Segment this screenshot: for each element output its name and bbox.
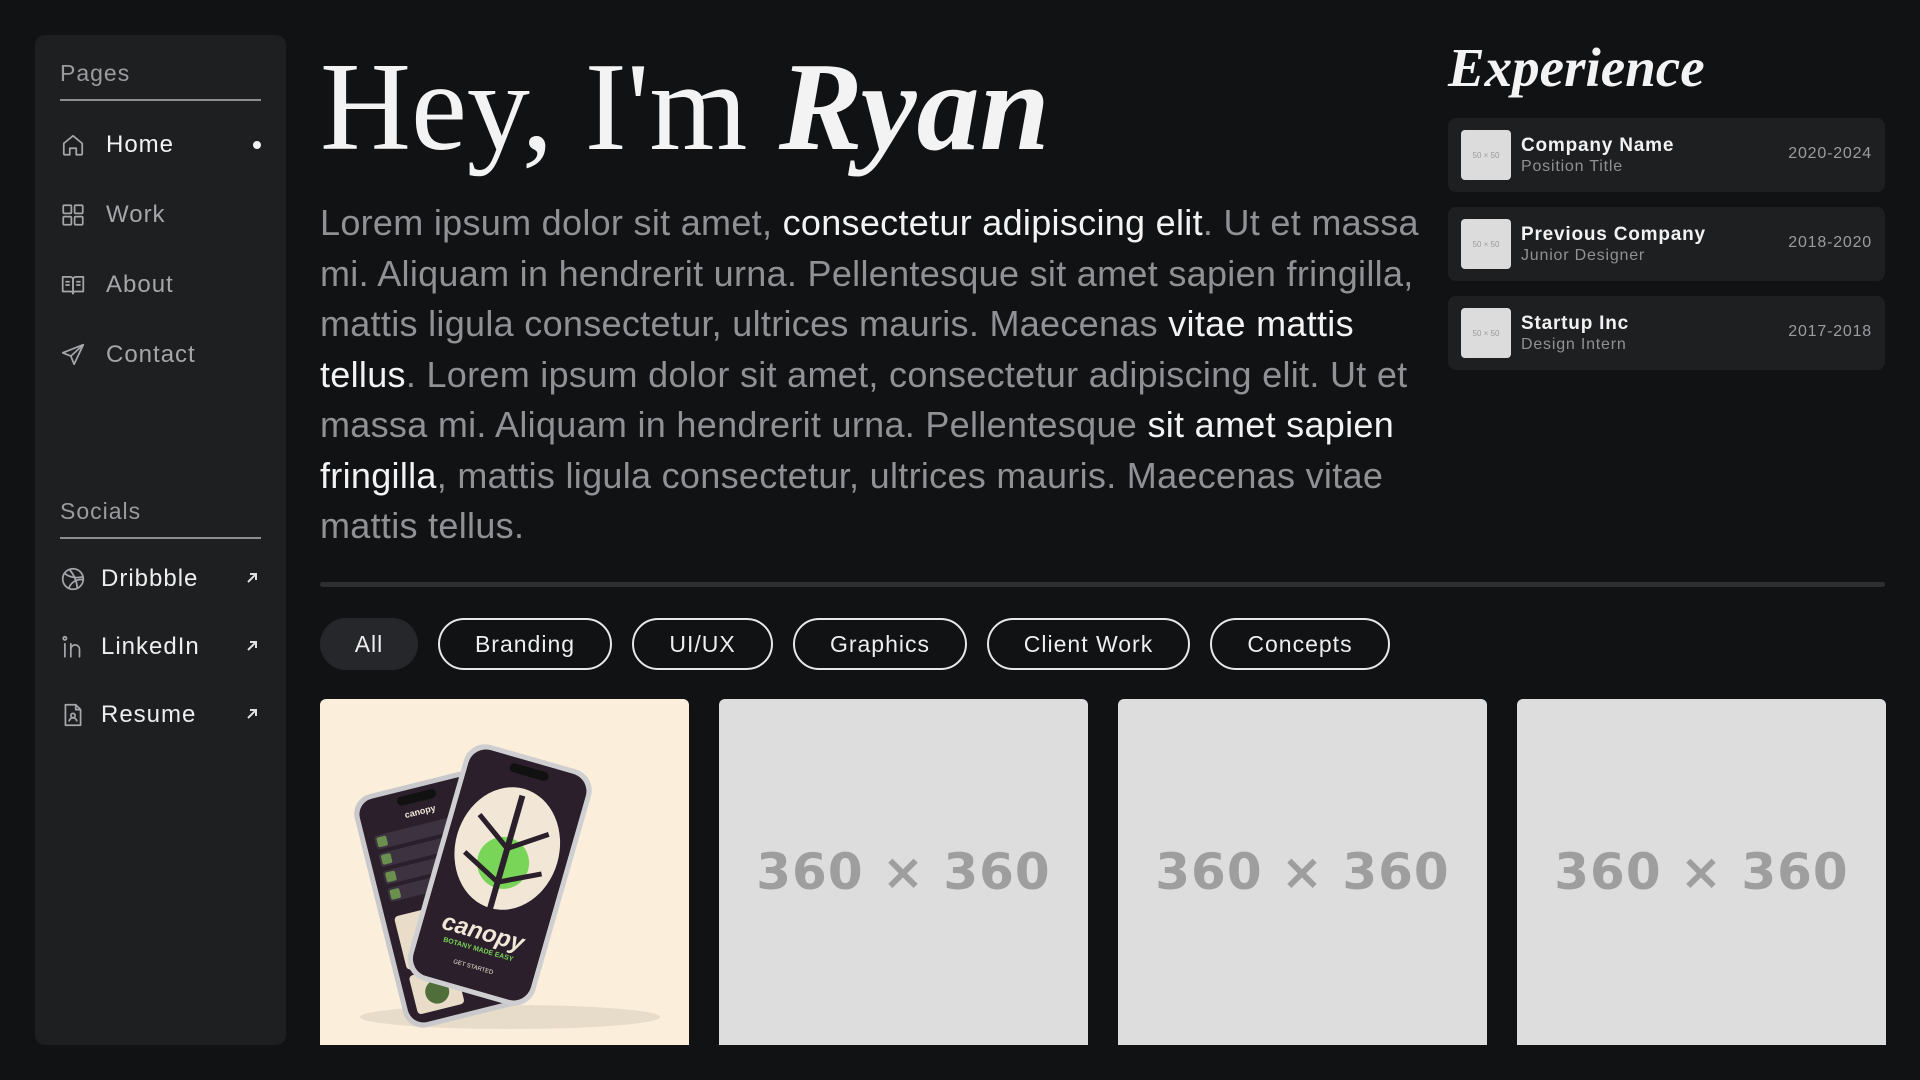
position-title: Design Intern xyxy=(1521,335,1627,353)
nav-item-label: About xyxy=(106,271,174,298)
company-logo-placeholder: 50 × 50 xyxy=(1461,130,1511,180)
company-name: Startup Inc xyxy=(1521,312,1630,334)
bio-highlight: consectetur adipiscing elit xyxy=(782,202,1203,243)
placeholder-label: 360 × 360 xyxy=(756,843,1051,901)
date-range: 2018-2020 xyxy=(1788,234,1872,251)
experience-card: 50 × 50 Startup Inc Design Intern 2017-2… xyxy=(1448,296,1885,370)
social-link-linkedin[interactable]: LinkedIn xyxy=(60,613,261,681)
company-name: Company Name xyxy=(1521,134,1675,156)
hero-name: Ryan xyxy=(778,38,1050,177)
hero-heading: Hey, I'm Ryan xyxy=(320,41,1050,174)
socials-section-title: Socials xyxy=(60,498,261,539)
grid-icon xyxy=(60,202,86,228)
external-link-arrow-icon xyxy=(247,641,257,651)
filter-chip-client-work[interactable]: Client Work xyxy=(987,618,1190,670)
filter-chip-branding[interactable]: Branding xyxy=(438,618,612,670)
company-logo-placeholder: 50 × 50 xyxy=(1461,308,1511,358)
active-indicator-dot xyxy=(253,141,261,149)
linkedin-icon xyxy=(60,634,86,660)
experience-list: 50 × 50 Company Name Position Title 2020… xyxy=(1448,118,1885,385)
nav-item-contact[interactable]: Contact xyxy=(60,320,261,390)
social-link-resume[interactable]: Resume xyxy=(60,681,261,749)
pages-section-title: Pages xyxy=(60,60,261,101)
project-gallery: canopy canopy BOTANY MADE EASY GET START… xyxy=(320,699,1886,1045)
filter-chip-graphics[interactable]: Graphics xyxy=(793,618,967,670)
date-range: 2017-2018 xyxy=(1788,323,1872,340)
canopy-app-mockup-image: canopy canopy BOTANY MADE EASY GET START… xyxy=(354,744,660,1029)
project-tile-placeholder[interactable]: 360 × 360 xyxy=(719,699,1088,1045)
nav-item-label: Home xyxy=(106,131,175,158)
placeholder-label: 360 × 360 xyxy=(1554,843,1849,901)
position-title: Junior Designer xyxy=(1521,246,1646,264)
nav-item-label: Contact xyxy=(106,341,196,368)
social-link-label: LinkedIn xyxy=(101,633,200,660)
project-tile-placeholder[interactable]: 360 × 360 xyxy=(1118,699,1487,1045)
social-link-label: Dribbble xyxy=(101,565,199,592)
nav-item-label: Work xyxy=(106,201,166,228)
send-icon xyxy=(60,342,86,368)
placeholder-label: 360 × 360 xyxy=(1155,843,1450,901)
company-logo-placeholder: 50 × 50 xyxy=(1461,219,1511,269)
experience-card: 50 × 50 Previous Company Junior Designer… xyxy=(1448,207,1885,281)
project-tile-placeholder[interactable]: 360 × 360 xyxy=(1517,699,1886,1045)
filter-chip-ui-ux[interactable]: UI/UX xyxy=(632,618,773,670)
bio-text: , mattis ligula consectetur, ultrices ma… xyxy=(320,454,1384,547)
socials-list: Dribbble LinkedIn Resume xyxy=(60,545,261,749)
bio-paragraph: Lorem ipsum dolor sit amet, consectetur … xyxy=(320,198,1420,552)
social-link-label: Resume xyxy=(101,701,197,728)
project-tile-canopy[interactable]: canopy canopy BOTANY MADE EASY GET START… xyxy=(320,699,689,1045)
position-title: Position Title xyxy=(1521,157,1623,175)
nav-item-work[interactable]: Work xyxy=(60,180,261,250)
filter-chip-all[interactable]: All xyxy=(320,618,418,670)
sidebar: Pages Home Work About Contact Socials Dr… xyxy=(35,35,286,1045)
social-link-dribbble[interactable]: Dribbble xyxy=(60,545,261,613)
book-icon xyxy=(60,272,86,298)
pages-nav: Home Work About Contact xyxy=(60,110,261,390)
document-icon xyxy=(60,702,86,728)
section-divider xyxy=(320,582,1885,587)
external-link-arrow-icon xyxy=(247,573,257,583)
experience-heading: Experience xyxy=(1448,37,1705,98)
company-name: Previous Company xyxy=(1521,223,1706,245)
external-link-arrow-icon xyxy=(247,709,257,719)
bio-text: Lorem ipsum dolor sit amet, xyxy=(320,202,783,243)
nav-item-home[interactable]: Home xyxy=(60,110,261,180)
category-filters: All Branding UI/UX Graphics Client Work … xyxy=(320,618,1410,670)
filter-chip-concepts[interactable]: Concepts xyxy=(1210,618,1390,670)
date-range: 2020-2024 xyxy=(1788,145,1872,162)
home-icon xyxy=(60,132,86,158)
experience-card: 50 × 50 Company Name Position Title 2020… xyxy=(1448,118,1885,192)
dribbble-icon xyxy=(60,566,86,592)
nav-item-about[interactable]: About xyxy=(60,250,261,320)
hero-greeting: Hey, I'm xyxy=(320,38,779,177)
